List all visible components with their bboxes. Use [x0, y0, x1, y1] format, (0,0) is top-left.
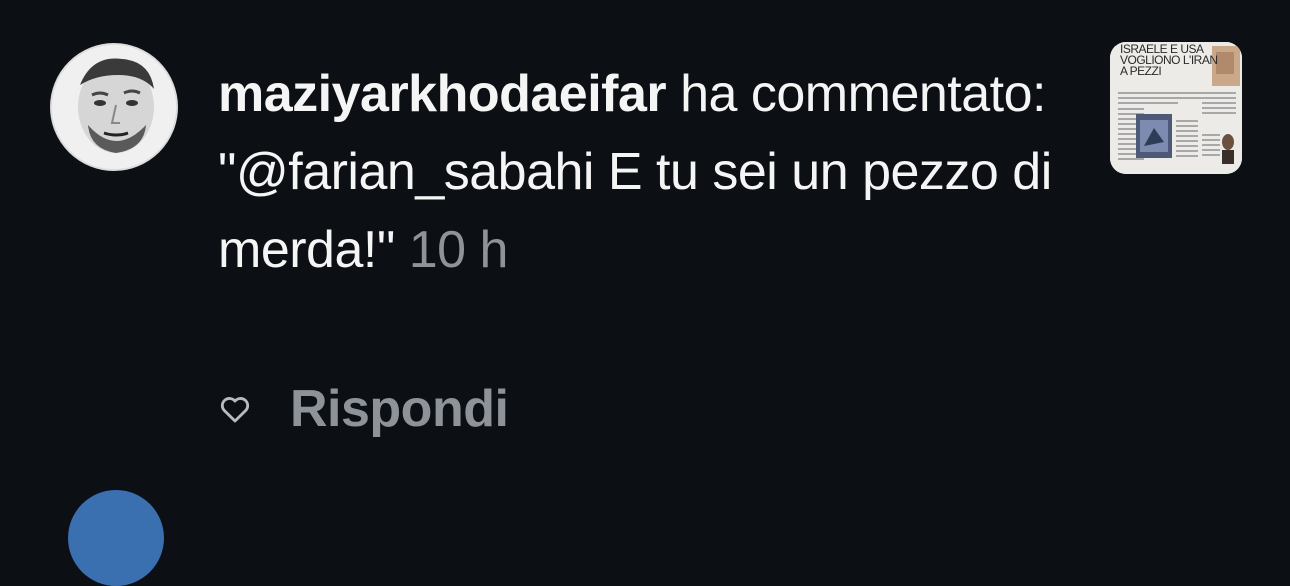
notification-text: maziyarkhodaeifar ha commentato: "@faria…	[218, 55, 1078, 289]
comment-text: "@farian_sabahi E tu sei un pezzo di mer…	[218, 143, 1052, 279]
username[interactable]: maziyarkhodaeifar	[218, 65, 667, 123]
reply-button[interactable]: Rispondi	[290, 379, 509, 439]
post-thumbnail[interactable]: Israele e USA vogliono l'Iran a pezzi	[1110, 42, 1242, 174]
actions-row: Rispondi	[218, 378, 509, 440]
avatar-photo	[52, 45, 176, 169]
thumbnail-headline: Israele e USA vogliono l'Iran a pezzi	[1120, 42, 1218, 78]
heart-outline-icon[interactable]	[218, 392, 252, 426]
next-notification-avatar[interactable]	[68, 490, 164, 586]
avatar[interactable]	[50, 43, 178, 171]
timestamp: 10 h	[408, 221, 509, 279]
action-text: ha commentato:	[666, 65, 1046, 123]
